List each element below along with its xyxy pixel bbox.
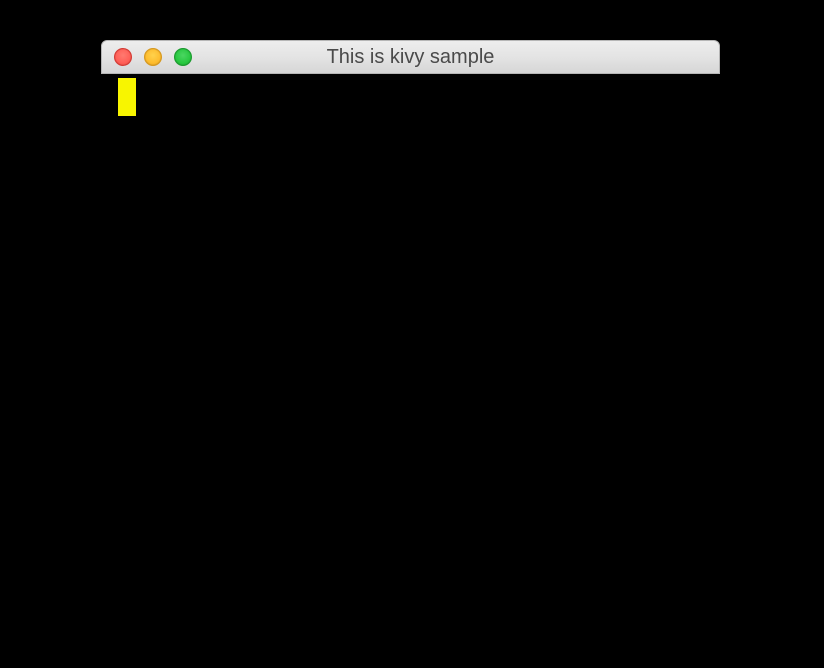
maximize-button[interactable] [174, 48, 192, 66]
yellow-rectangle [118, 78, 136, 116]
close-button[interactable] [114, 48, 132, 66]
titlebar[interactable]: This is kivy sample [101, 40, 720, 74]
application-window: This is kivy sample [101, 40, 720, 74]
minimize-button[interactable] [144, 48, 162, 66]
traffic-lights [114, 48, 192, 66]
window-title: This is kivy sample [102, 46, 719, 69]
